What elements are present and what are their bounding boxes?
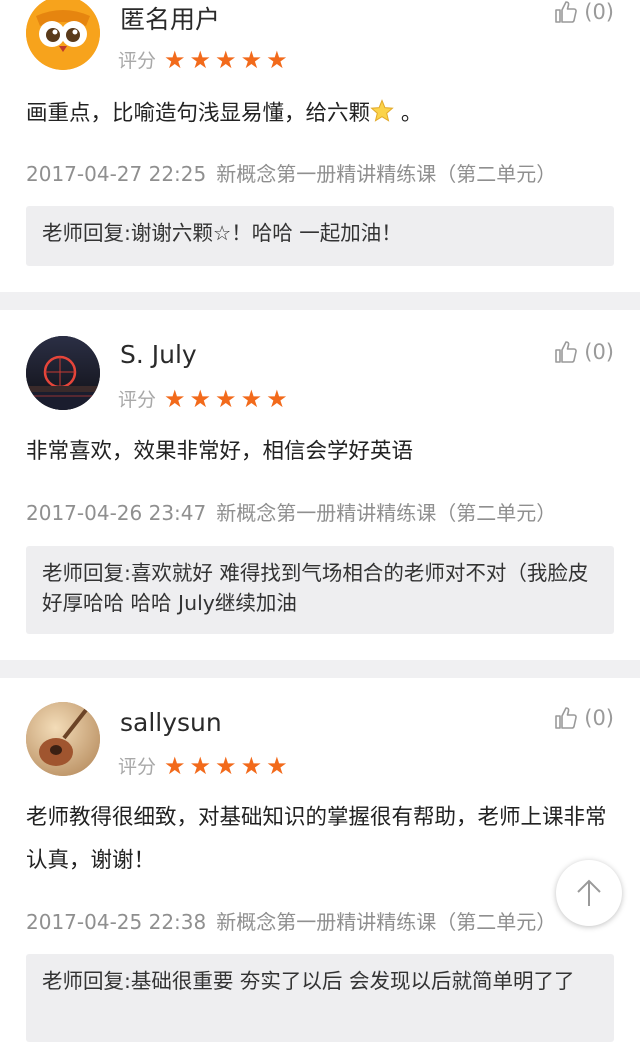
scroll-to-top-button[interactable] [556,860,622,926]
star-icon: ★ [189,384,212,413]
star-icon: ★ [266,45,288,74]
course-link[interactable]: 新概念第一册精讲精练课（第二单元） [216,162,556,186]
avatar[interactable] [26,336,100,410]
thumbs-up-icon [555,341,578,363]
section-divider [0,292,640,310]
star-icon: ★ [266,751,288,780]
username: S. July [120,340,197,369]
star-icon: ★ [164,384,186,413]
review-card: 匿名用户 (0) 评分 ★ ★ ★ ★ ★ 画重点，比喻造句浅显易懂，给六颗 。… [0,0,640,292]
rating-label: 评分 [118,389,157,411]
review-content: 非常喜欢，效果非常好，相信会学好英语 [26,430,616,473]
star-icon: ★ [240,45,263,74]
section-divider [0,660,640,678]
like-button[interactable]: (0) [554,0,614,24]
like-button[interactable]: (0) [554,706,614,730]
review-text: 非常喜欢，效果非常好，相信会学好英语 [26,439,414,464]
review-meta: 2017-04-25 22:38 新概念第一册精讲精练课（第二单元） [26,906,640,935]
course-link[interactable]: 新概念第一册精讲精练课（第二单元） [216,501,556,525]
review-card: S. July (0) 评分 ★ ★ ★ ★ ★ 非常喜欢，效果非常好，相信会学… [0,310,640,660]
arrow-up-icon [577,879,601,906]
review-content: 老师教得很细致，对基础知识的掌握很有帮助，老师上课非常认真，谢谢！ [26,796,616,882]
star-icon: ★ [164,751,186,780]
review-card: sallysun (0) 评分 ★ ★ ★ ★ ★ 老师教得很细致，对基础知识的… [0,678,640,1042]
teacher-reply: 老师回复:谢谢六颗☆！哈哈 一起加油！ [26,206,614,266]
like-count: (0) [584,706,614,730]
star-icon: ★ [215,45,237,74]
review-text-suffix: 。 [394,101,423,126]
course-link[interactable]: 新概念第一册精讲精练课（第二单元） [216,910,556,934]
owl-avatar-icon [26,0,100,70]
star-icon: ★ [266,384,288,413]
star-icon: ★ [215,384,237,413]
review-date: 2017-04-26 23:47 [26,501,207,525]
avatar[interactable] [26,0,100,70]
star-icon: ★ [189,751,212,780]
rating-label: 评分 [118,50,157,72]
username: sallysun [120,708,222,737]
guitar-avatar-icon [26,702,100,776]
review-text: 老师教得很细致，对基础知识的掌握很有帮助，老师上课非常认真，谢谢！ [26,805,607,873]
avatar[interactable] [26,702,100,776]
rating-label: 评分 [118,756,157,778]
review-content: 画重点，比喻造句浅显易懂，给六颗 。 [26,92,616,135]
like-count: (0) [584,0,614,24]
rating: 评分 ★ ★ ★ ★ ★ [118,46,292,73]
star-icon: ★ [164,45,186,74]
thumbs-up-icon [555,1,578,23]
like-count: (0) [584,340,614,364]
star-icon: ★ [189,45,212,74]
review-date: 2017-04-27 22:25 [26,162,207,186]
username: 匿名用户 [120,5,221,34]
star-emoji-icon [370,99,394,126]
star-icon: ★ [240,384,263,413]
thumbs-up-icon [555,707,578,729]
review-meta: 2017-04-27 22:25 新概念第一册精讲精练课（第二单元） [26,158,640,187]
teacher-reply: 老师回复:基础很重要 夯实了以后 会发现以后就简单明了了 [26,954,614,1042]
star-icon: ★ [215,751,237,780]
rating: 评分 ★ ★ ★ ★ ★ [118,385,292,412]
rating: 评分 ★ ★ ★ ★ ★ [118,752,292,779]
like-button[interactable]: (0) [554,340,614,364]
teacher-reply: 老师回复:喜欢就好 难得找到气场相合的老师对不对（我脸皮好厚哈哈 哈哈 July… [26,546,614,634]
review-text: 画重点，比喻造句浅显易懂，给六颗 [26,101,371,126]
review-date: 2017-04-25 22:38 [26,910,207,934]
london-eye-avatar-icon [26,336,100,410]
review-meta: 2017-04-26 23:47 新概念第一册精讲精练课（第二单元） [26,497,640,526]
star-icon: ★ [240,751,263,780]
